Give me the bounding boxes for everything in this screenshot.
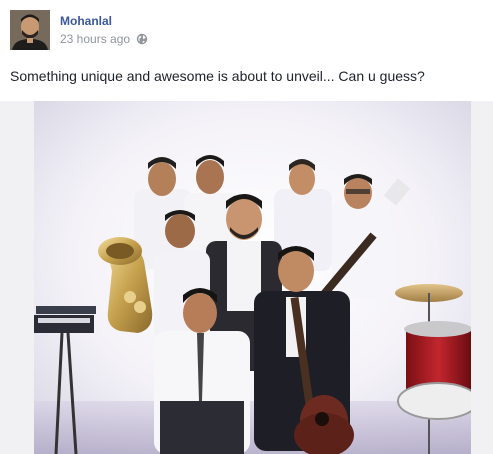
globe-icon[interactable] [136, 33, 148, 45]
post-meta: 23 hours ago [60, 32, 148, 46]
post-message: Something unique and awesome is about to… [10, 68, 425, 84]
post-timestamp[interactable]: 23 hours ago [60, 32, 130, 46]
band-group-photo[interactable] [34, 101, 471, 454]
author-avatar[interactable] [10, 10, 50, 50]
author-name-link[interactable]: Mohanlal [60, 14, 112, 28]
post-photo-container[interactable] [0, 101, 493, 454]
facebook-post: Mohanlal 23 hours ago Something unique a… [0, 0, 493, 454]
